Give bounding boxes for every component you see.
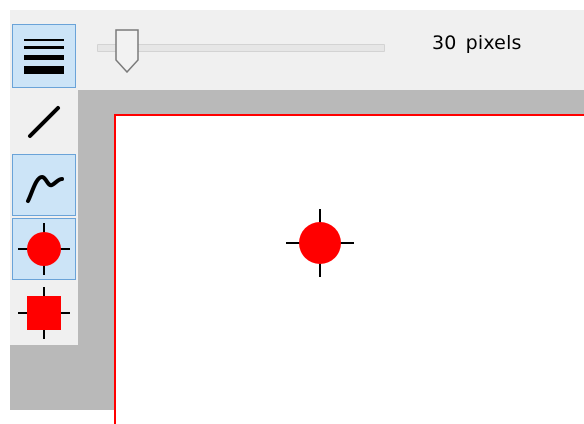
straight-line-tool-button[interactable] [12,92,76,152]
line-width-icon [24,39,64,74]
circle-marker-tool-button[interactable] [12,218,76,280]
size-slider-thumb[interactable] [114,28,140,74]
circle-point-marker[interactable] [286,209,354,277]
size-unit: pixels [465,32,522,54]
red-square-crosshair-icon [18,287,70,339]
curve-line-icon [26,175,64,203]
size-readout: 30 pixels [432,32,522,54]
size-value: 30 [432,32,457,54]
red-circle-crosshair-icon [18,223,70,275]
freehand-line-tool-button[interactable] [12,154,76,216]
line-width-tool-button[interactable] [12,24,76,88]
size-slider-track[interactable] [97,44,385,52]
diagonal-line-icon [28,106,60,138]
square-marker-tool-button[interactable] [12,282,76,344]
app-window: 30 pixels [0,0,584,424]
